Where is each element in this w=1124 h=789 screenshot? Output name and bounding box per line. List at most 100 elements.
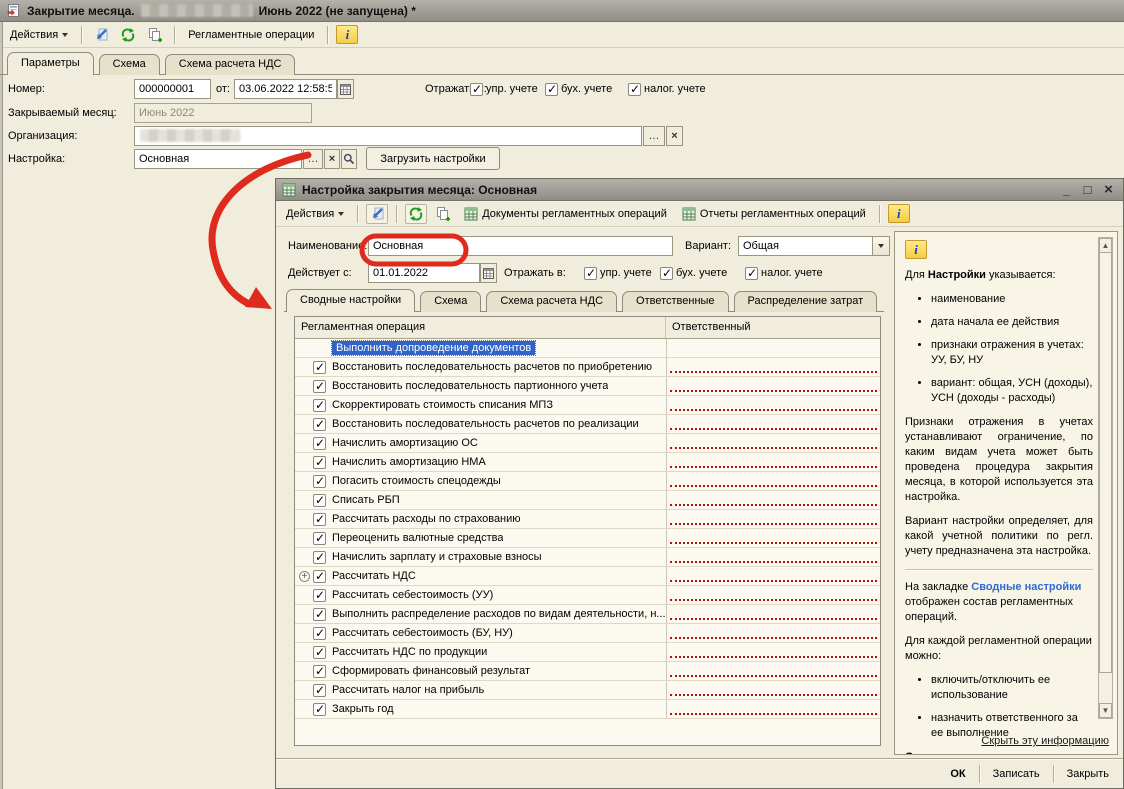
tab-shema[interactable]: Схема xyxy=(420,291,481,312)
reg-operations-button[interactable]: Регламентные операции xyxy=(183,26,319,44)
refresh-button[interactable] xyxy=(405,204,427,224)
table-row[interactable]: Переоценить валютные средства xyxy=(295,529,880,548)
row-checkbox[interactable] xyxy=(313,684,326,697)
dialog-actions-menu-button[interactable]: Действия xyxy=(281,205,349,223)
checked-checkbox-icon[interactable] xyxy=(745,267,758,280)
tab-raspredelenie-zatrat[interactable]: Распределение затрат xyxy=(734,291,878,312)
responsible-cell[interactable] xyxy=(666,681,880,699)
checked-checkbox-icon[interactable] xyxy=(584,267,597,280)
checkbox-buh-uchete[interactable]: бух. учете xyxy=(545,79,612,99)
tab-parametry[interactable]: Параметры xyxy=(7,52,94,75)
maximize-button[interactable]: □ xyxy=(1079,182,1096,197)
table-row[interactable]: Скорректировать стоимость списания МПЗ xyxy=(295,396,880,415)
refresh-button[interactable] xyxy=(117,25,139,45)
name-input[interactable] xyxy=(368,236,673,256)
actions-menu-button[interactable]: Действия xyxy=(5,26,73,44)
tab-shema-rascheta-nds[interactable]: Схема расчета НДС xyxy=(486,291,617,312)
responsible-cell[interactable] xyxy=(666,358,880,376)
tab-shema[interactable]: Схема xyxy=(99,54,160,75)
responsible-cell[interactable] xyxy=(666,700,880,718)
calendar-button[interactable] xyxy=(337,79,354,99)
hide-info-link[interactable]: Скрыть эту информацию xyxy=(981,734,1109,749)
row-checkbox[interactable] xyxy=(313,570,326,583)
ok-button[interactable]: ОК xyxy=(940,764,975,784)
settings-open-button[interactable] xyxy=(341,149,357,169)
table-row[interactable]: Рассчитать налог на прибыль xyxy=(295,681,880,700)
scroll-down-button[interactable]: ▼ xyxy=(1099,703,1112,718)
expand-icon[interactable]: + xyxy=(299,571,310,582)
row-checkbox[interactable] xyxy=(313,456,326,469)
close-button[interactable]: × xyxy=(1100,181,1117,198)
checkbox-buh-uchete[interactable]: бух. учете xyxy=(660,263,727,283)
row-checkbox[interactable] xyxy=(313,703,326,716)
settings-clear-button[interactable]: × xyxy=(324,149,340,169)
table-row[interactable]: Начислить зарплату и страховые взносы xyxy=(295,548,880,567)
responsible-cell[interactable] xyxy=(666,415,880,433)
valid-from-input[interactable] xyxy=(368,263,480,283)
table-row[interactable]: Начислить амортизацию НМА xyxy=(295,453,880,472)
checked-checkbox-icon[interactable] xyxy=(628,83,641,96)
table-row[interactable]: Выполнить распределение расходов по вида… xyxy=(295,605,880,624)
organization-input[interactable] xyxy=(134,126,642,146)
table-row[interactable]: Восстановить последовательность расчетов… xyxy=(295,358,880,377)
row-checkbox[interactable] xyxy=(313,608,326,621)
row-checkbox[interactable] xyxy=(313,399,326,412)
datetime-input[interactable] xyxy=(234,79,337,99)
table-row[interactable]: Восстановить последовательность партионн… xyxy=(295,377,880,396)
table-row[interactable]: Сформировать финансовый результат xyxy=(295,662,880,681)
calendar-button[interactable] xyxy=(480,263,497,283)
responsible-cell[interactable] xyxy=(666,434,880,452)
scroll-up-button[interactable]: ▲ xyxy=(1099,238,1112,253)
minimize-button[interactable]: _ xyxy=(1058,182,1075,197)
table-row[interactable]: Закрыть год xyxy=(295,700,880,719)
scroll-thumb[interactable] xyxy=(1099,253,1112,673)
responsible-cell[interactable] xyxy=(666,605,880,623)
organization-clear-button[interactable]: × xyxy=(666,126,683,146)
table-row[interactable]: +Рассчитать НДС xyxy=(295,567,880,586)
checkbox-nalog-uchete[interactable]: налог. учете xyxy=(628,79,706,99)
table-row[interactable]: Рассчитать расходы по страхованию xyxy=(295,510,880,529)
responsible-cell[interactable] xyxy=(666,339,880,357)
row-checkbox[interactable] xyxy=(313,627,326,640)
checkbox-nalog-uchete[interactable]: налог. учете xyxy=(745,263,823,283)
table-row[interactable]: Списать РБП xyxy=(295,491,880,510)
responsible-cell[interactable] xyxy=(666,453,880,471)
settings-select-button[interactable]: … xyxy=(303,149,323,169)
responsible-cell[interactable] xyxy=(666,624,880,642)
checked-checkbox-icon[interactable] xyxy=(545,83,558,96)
row-checkbox[interactable] xyxy=(313,361,326,374)
info-button[interactable]: i xyxy=(888,204,910,223)
checked-checkbox-icon[interactable] xyxy=(660,267,673,280)
checkbox-upr-uchete[interactable]: упр. учете xyxy=(584,263,652,283)
checked-checkbox-icon[interactable] xyxy=(470,83,483,96)
row-checkbox[interactable] xyxy=(313,418,326,431)
table-row[interactable]: Рассчитать себестоимость (УУ) xyxy=(295,586,880,605)
responsible-cell[interactable] xyxy=(666,586,880,604)
copy-button[interactable] xyxy=(144,25,166,45)
row-checkbox[interactable] xyxy=(313,532,326,545)
responsible-cell[interactable] xyxy=(666,662,880,680)
info-button[interactable]: i xyxy=(336,25,358,44)
row-checkbox[interactable] xyxy=(313,589,326,602)
reg-documents-button[interactable]: Документы регламентных операций xyxy=(459,204,672,224)
table-row[interactable]: Начислить амортизацию ОС xyxy=(295,434,880,453)
responsible-cell[interactable] xyxy=(666,396,880,414)
help-scrollbar[interactable]: ▲ ▼ xyxy=(1098,237,1113,719)
organization-select-button[interactable]: … xyxy=(643,126,665,146)
row-checkbox[interactable] xyxy=(313,437,326,450)
row-checkbox[interactable] xyxy=(313,665,326,678)
svodnye-nastroyki-link[interactable]: Сводные настройки xyxy=(971,581,1081,593)
write-button[interactable]: Записать xyxy=(983,764,1050,784)
load-settings-button[interactable]: Загрузить настройки xyxy=(366,147,500,170)
table-row[interactable]: Погасить стоимость спецодежды xyxy=(295,472,880,491)
tab-otvetstvennye[interactable]: Ответственные xyxy=(622,291,729,312)
row-checkbox[interactable] xyxy=(313,380,326,393)
responsible-cell[interactable] xyxy=(666,529,880,547)
row-checkbox[interactable] xyxy=(313,475,326,488)
post-document-button[interactable] xyxy=(90,25,112,45)
close-form-button[interactable]: Закрыть xyxy=(1057,764,1119,784)
tab-svodnye-nastroyki[interactable]: Сводные настройки xyxy=(286,289,415,312)
checkbox-upr-uchete[interactable]: упр. учете xyxy=(470,79,538,99)
table-row[interactable]: Рассчитать НДС по продукции xyxy=(295,643,880,662)
row-checkbox[interactable] xyxy=(313,513,326,526)
